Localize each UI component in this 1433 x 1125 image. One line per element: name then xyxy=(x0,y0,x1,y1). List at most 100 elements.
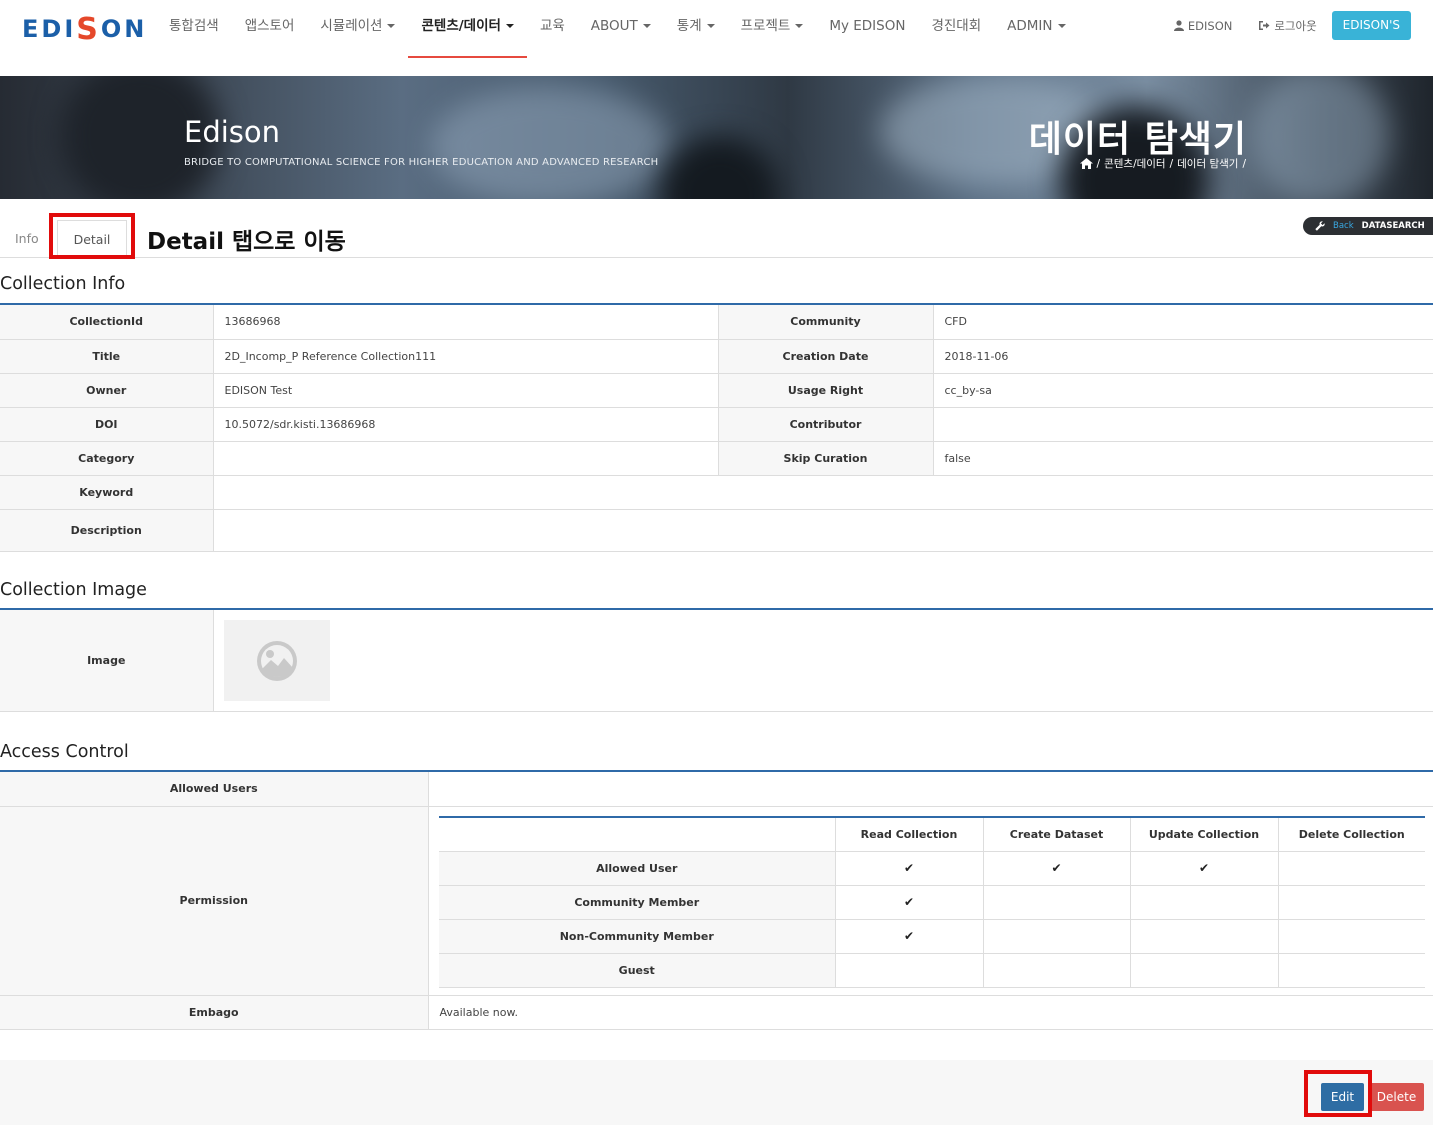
section-title-collection-image: Collection Image xyxy=(0,580,147,600)
field-value-skip-curation: false xyxy=(933,441,1433,476)
menu-label: 교육 xyxy=(539,18,565,34)
breadcrumb-separator: / xyxy=(1096,157,1101,170)
field-value-category xyxy=(213,441,719,476)
main-menu: 통합검색 앱스토어 시뮬레이션 콘텐츠/데이터 교육 ABOUT 통계 프로젝트… xyxy=(156,0,1079,58)
menu-item-about[interactable]: ABOUT xyxy=(578,0,664,58)
menu-item-content-data[interactable]: 콘텐츠/데이터 xyxy=(408,0,528,58)
page-banner: Edison BRIDGE TO COMPUTATIONAL SCIENCE F… xyxy=(0,76,1433,199)
field-label: Usage Right xyxy=(718,373,934,408)
home-icon[interactable] xyxy=(1079,158,1093,169)
table-row: Keyword xyxy=(0,475,1433,510)
edison-logo[interactable]: EDI S ON xyxy=(22,6,147,52)
tab-info[interactable]: Info xyxy=(15,220,39,258)
permission-row-label: Community Member xyxy=(439,885,836,920)
field-value-allowed-users xyxy=(428,772,1433,807)
field-label: DOI xyxy=(0,407,214,442)
collection-image-placeholder xyxy=(224,620,330,701)
permission-cell xyxy=(983,953,1131,988)
permission-row-label: Non-Community Member xyxy=(439,919,836,954)
field-label: Keyword xyxy=(0,475,214,510)
top-navbar: EDI S ON 통합검색 앱스토어 시뮬레이션 콘텐츠/데이터 교육 ABOUT … xyxy=(0,0,1433,76)
tab-detail[interactable]: Detail xyxy=(57,220,127,259)
user-label: EDISON xyxy=(1187,18,1233,33)
table-row: Owner EDISON Test Usage Right cc_by-sa xyxy=(0,373,1433,408)
menu-item-education[interactable]: 교육 xyxy=(527,0,578,58)
menu-item-appstore[interactable]: 앱스토어 xyxy=(232,0,308,58)
menu-item-contest[interactable]: 경진대회 xyxy=(918,0,994,58)
menu-item-simulation[interactable]: 시뮬레이션 xyxy=(307,0,408,58)
field-label: Creation Date xyxy=(718,339,934,374)
field-value-doi: 10.5072/sdr.kisti.13686968 xyxy=(213,407,719,442)
permission-cell: ✔ xyxy=(983,851,1131,886)
permission-row: Community Member ✔ xyxy=(439,885,1425,920)
permission-table: Read Collection Create Dataset Update Co… xyxy=(439,816,1425,988)
menu-label: ABOUT xyxy=(590,18,638,34)
logout-link[interactable]: 로그아웃 xyxy=(1245,12,1329,40)
field-label: Image xyxy=(0,610,214,712)
column-header-read-collection: Read Collection xyxy=(835,816,984,852)
permission-header-row: Read Collection Create Dataset Update Co… xyxy=(439,816,1425,852)
field-label: Allowed Users xyxy=(0,772,429,807)
column-header-create-dataset: Create Dataset xyxy=(983,816,1131,852)
check-icon: ✔ xyxy=(1051,861,1062,875)
breadcrumb-item-data-explorer[interactable]: 데이터 탐색기 xyxy=(1177,156,1238,171)
menu-label: 경진대회 xyxy=(931,18,982,34)
logo-text-s: S xyxy=(76,11,101,47)
logo-text-suffix: ON xyxy=(100,15,148,43)
menu-item-project[interactable]: 프로젝트 xyxy=(728,0,817,58)
permission-cell: ✔ xyxy=(835,919,984,954)
permission-cell xyxy=(1130,919,1279,954)
permission-cell xyxy=(983,919,1131,954)
page-heading: 데이터 탐색기 xyxy=(1028,119,1247,160)
table-row: Description xyxy=(0,509,1433,552)
field-label: Owner xyxy=(0,373,214,408)
permission-cell: ✔ xyxy=(1130,851,1279,886)
menu-label: ADMIN xyxy=(1007,18,1053,34)
back-link[interactable]: Back xyxy=(1333,221,1354,231)
table-row: Title 2D_Incomp_P Reference Collection11… xyxy=(0,339,1433,374)
permission-cell xyxy=(1130,953,1279,988)
permission-cell xyxy=(1278,851,1425,886)
field-value-description xyxy=(213,509,1433,552)
menu-item-statistics[interactable]: 통계 xyxy=(664,0,728,58)
table-row: Image xyxy=(0,610,1433,712)
collection-image-table: Image xyxy=(0,610,1433,712)
collection-info-table: CollectionId 13686968 Community CFD Titl… xyxy=(0,305,1433,552)
field-value-creation-date: 2018-11-06 xyxy=(933,339,1433,374)
table-row: Category Skip Curation false xyxy=(0,441,1433,476)
breadcrumb-item-content-data[interactable]: 콘텐츠/데이터 xyxy=(1104,156,1166,171)
datasearch-badge: Back DATASEARCH xyxy=(1303,217,1433,235)
caret-down-icon xyxy=(1057,24,1066,28)
permission-row: Non-Community Member ✔ xyxy=(439,919,1425,954)
menu-item-search[interactable]: 통합검색 xyxy=(156,0,232,58)
edisons-button[interactable]: EDISON'S xyxy=(1331,11,1411,40)
banner-subtitle: BRIDGE TO COMPUTATIONAL SCIENCE FOR HIGH… xyxy=(184,157,659,168)
banner-bg-shape xyxy=(1250,76,1390,199)
delete-button[interactable]: Delete xyxy=(1369,1083,1424,1111)
check-icon: ✔ xyxy=(1198,861,1210,875)
caret-down-icon xyxy=(387,24,396,28)
field-value-keyword xyxy=(213,475,1433,510)
field-label: Title xyxy=(0,339,214,374)
edit-button[interactable]: Edit xyxy=(1321,1083,1364,1111)
action-bar xyxy=(0,1060,1433,1125)
field-label: Skip Curation xyxy=(718,441,934,476)
permission-cell: ✔ xyxy=(835,851,984,886)
field-label: Community xyxy=(718,305,934,340)
user-link[interactable]: EDISON xyxy=(1161,12,1245,40)
wrench-icon xyxy=(1315,221,1325,231)
menu-item-my-edison[interactable]: My EDISON xyxy=(816,0,918,58)
permission-row-label: Guest xyxy=(439,953,836,988)
menu-label: 프로젝트 xyxy=(740,18,791,34)
menu-item-admin[interactable]: ADMIN xyxy=(994,0,1078,58)
banner-bg-shape xyxy=(660,136,780,199)
field-label: Embago xyxy=(0,995,429,1030)
table-row: Allowed Users xyxy=(0,772,1433,807)
permission-row: Allowed User ✔ ✔ ✔ xyxy=(439,851,1425,886)
menu-label: 콘텐츠/데이터 xyxy=(421,18,501,34)
sign-out-icon xyxy=(1259,21,1270,30)
caret-down-icon xyxy=(642,24,651,28)
caret-down-icon xyxy=(706,24,715,28)
logo-text-prefix: EDI xyxy=(22,15,77,43)
caret-down-icon xyxy=(505,24,514,28)
